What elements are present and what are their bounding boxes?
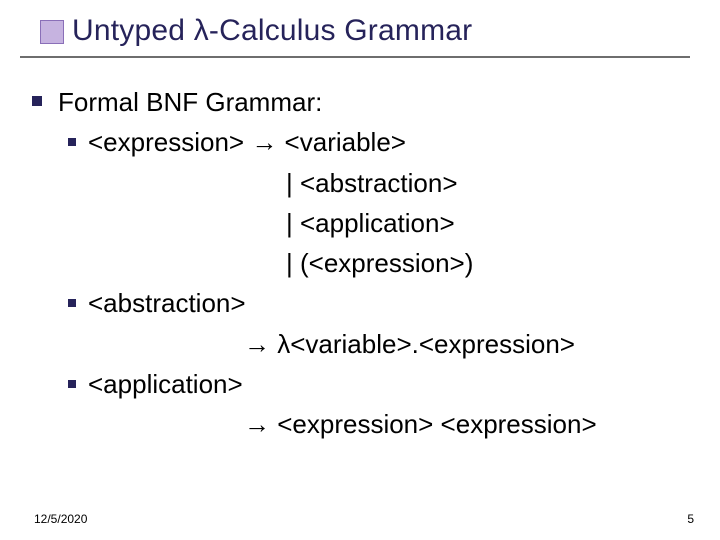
grammar-continuation: → λ<variable>.<expression> — [26, 324, 700, 364]
square-bullet-icon — [68, 138, 76, 146]
title-block: Untyped λ-Calculus Grammar — [20, 14, 690, 58]
heading-text: Formal BNF Grammar: — [58, 87, 322, 117]
title-text-prefix: Untyped — [72, 14, 194, 47]
square-bullet-icon — [32, 96, 42, 106]
grammar-line: <abstraction> — [88, 288, 246, 318]
bullet-level1: Formal BNF Grammar: — [26, 82, 700, 122]
square-bullet-icon — [68, 299, 76, 307]
slide-title: Untyped λ-Calculus Grammar — [72, 14, 690, 48]
grammar-continuation: | <abstraction> — [26, 163, 700, 203]
grammar-line: | <abstraction> — [286, 168, 458, 198]
footer-date: 12/5/2020 — [34, 512, 87, 526]
lambda-symbol: λ — [194, 14, 209, 47]
bullet-level2-abstraction: <abstraction> — [26, 283, 700, 323]
grammar-continuation: | (<expression>) — [26, 243, 700, 283]
grammar-line: <application> — [88, 369, 243, 399]
grammar-line: | (<expression>) — [286, 248, 473, 278]
square-bullet-icon — [68, 380, 76, 388]
grammar-line: → <expression> <expression> — [244, 409, 597, 439]
grammar-line: → λ<variable>.<expression> — [244, 329, 575, 359]
slide: Untyped λ-Calculus Grammar Formal BNF Gr… — [0, 0, 720, 540]
slide-body: Formal BNF Grammar: <expression> → <vari… — [20, 66, 700, 445]
footer-page-number: 5 — [687, 512, 694, 526]
title-text-suffix: -Calculus Grammar — [209, 14, 472, 47]
grammar-continuation: | <application> — [26, 203, 700, 243]
slide-footer: 12/5/2020 5 — [34, 512, 694, 526]
bullet-level2-expression: <expression> → <variable> — [26, 122, 700, 162]
bullet-level2-application: <application> — [26, 364, 700, 404]
grammar-continuation: → <expression> <expression> — [26, 404, 700, 444]
grammar-line: <expression> → <variable> — [88, 127, 406, 157]
grammar-line: | <application> — [286, 208, 455, 238]
